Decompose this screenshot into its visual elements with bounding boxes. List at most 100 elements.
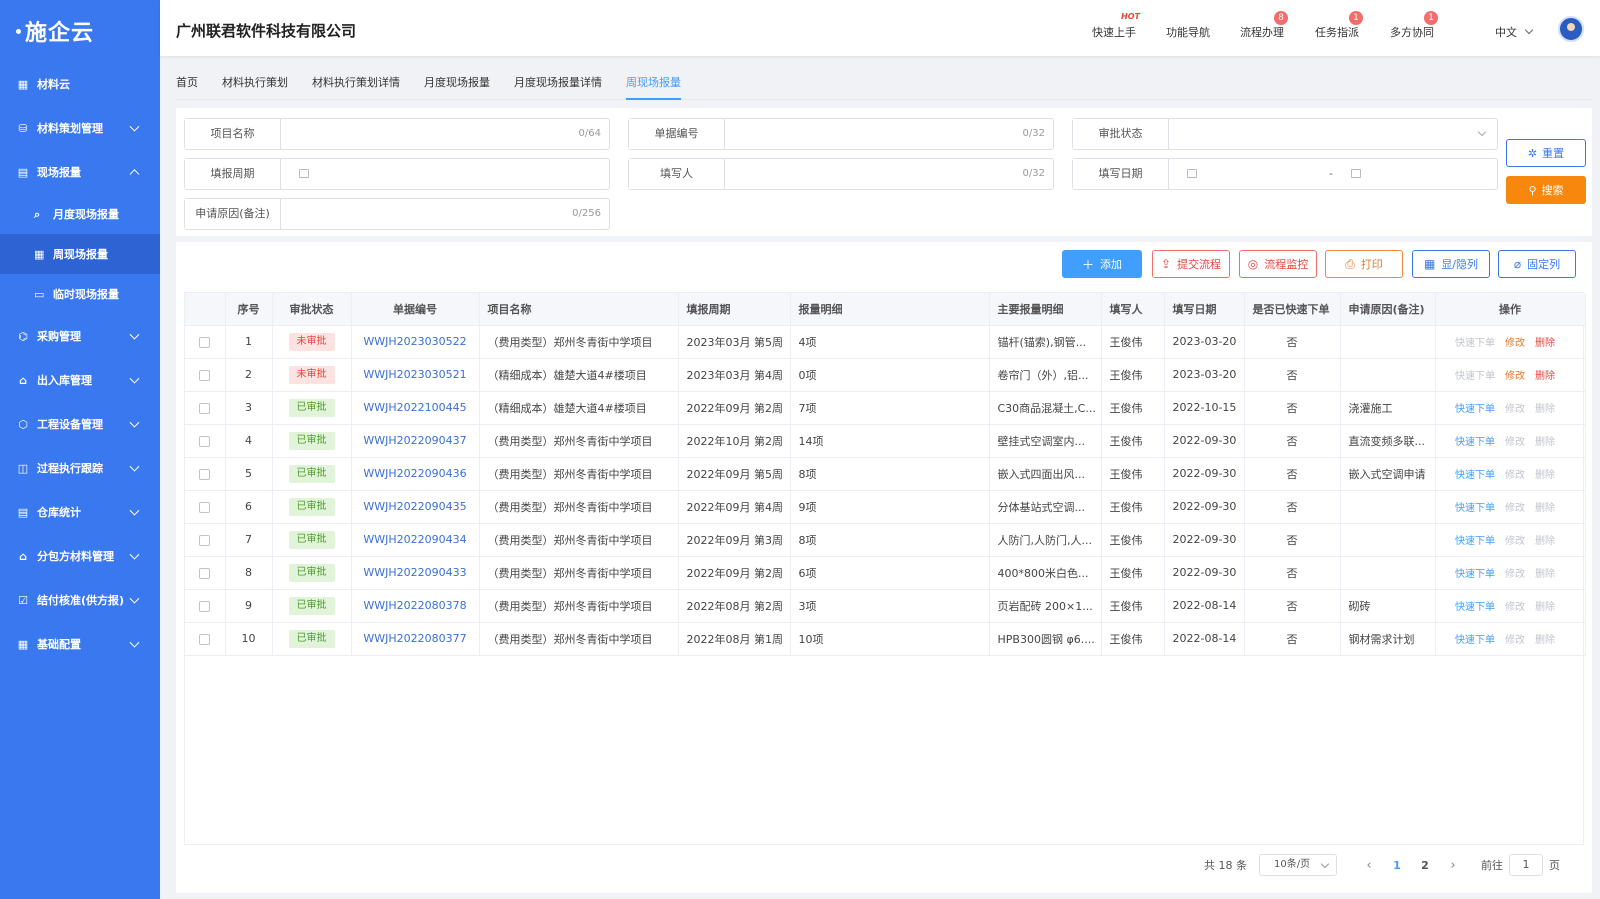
header-nav-quickstart[interactable]: 快速上手 HOT xyxy=(1092,12,1140,40)
page-1[interactable]: 1 xyxy=(1383,859,1411,872)
reset-button[interactable]: ✲ 重置 xyxy=(1506,139,1586,167)
sidebar-subitem-2-1[interactable]: ▦ 周现场报量 xyxy=(0,234,160,274)
quick-order-link[interactable]: 快速下单 xyxy=(1455,569,1495,580)
sidebar-item-0[interactable]: ▦ 材料云 xyxy=(0,62,160,106)
doc-no-input[interactable]: 0/32 xyxy=(725,119,1053,149)
reason-input[interactable]: 0/256 xyxy=(281,199,609,229)
doc-code-link[interactable]: WWJH2022080378 xyxy=(363,599,466,612)
quick-order-link[interactable]: 快速下单 xyxy=(1455,338,1495,349)
period-field[interactable]: 填报周期 xyxy=(184,158,610,190)
header-nav-collab[interactable]: 多方协同 1 xyxy=(1390,11,1438,40)
toggle-columns-button[interactable]: ▦ 显/隐列 xyxy=(1412,250,1490,278)
row-checkbox[interactable] xyxy=(199,633,211,645)
edit-link[interactable]: 修改 xyxy=(1505,371,1525,382)
edit-link[interactable]: 修改 xyxy=(1505,338,1525,349)
doc-code-link[interactable]: WWJH2023030522 xyxy=(363,335,466,348)
sidebar-item-5[interactable]: ⬡ 工程设备管理 xyxy=(0,402,160,446)
delete-link[interactable]: 删除 xyxy=(1535,437,1555,448)
row-checkbox[interactable] xyxy=(199,402,211,414)
row-checkbox-cell[interactable] xyxy=(185,490,226,524)
row-checkbox-cell[interactable] xyxy=(185,556,226,590)
row-checkbox-cell[interactable] xyxy=(185,424,226,458)
quick-order-link[interactable]: 快速下单 xyxy=(1455,437,1495,448)
filler-input[interactable]: 0/32 xyxy=(725,159,1053,189)
next-page-icon[interactable]: › xyxy=(1439,858,1467,873)
add-button[interactable]: ＋ 添加 xyxy=(1062,250,1142,278)
delete-link[interactable]: 删除 xyxy=(1535,569,1555,580)
sidebar-item-10[interactable]: ▦ 基础配置 xyxy=(0,622,160,666)
doc-code-link[interactable]: WWJH2022090434 xyxy=(363,533,466,546)
row-checkbox[interactable] xyxy=(199,369,211,381)
edit-link[interactable]: 修改 xyxy=(1505,470,1525,481)
delete-link[interactable]: 删除 xyxy=(1535,371,1555,382)
doc-code-link[interactable]: WWJH2022080377 xyxy=(363,632,466,645)
sidebar-subitem-2-0[interactable]: ⌕ 月度现场报量 xyxy=(0,194,160,234)
row-checkbox-cell[interactable] xyxy=(185,589,226,623)
row-checkbox-cell[interactable] xyxy=(185,391,226,425)
doc-code-link[interactable]: WWJH2022100445 xyxy=(363,401,466,414)
delete-link[interactable]: 删除 xyxy=(1535,470,1555,481)
tab-weekly-report[interactable]: 周现场报量 xyxy=(626,74,681,100)
quick-order-link[interactable]: 快速下单 xyxy=(1455,536,1495,547)
header-nav-task[interactable]: 任务指派 1 xyxy=(1315,11,1363,40)
tab-material-plan-detail[interactable]: 材料执行策划详情 xyxy=(312,74,400,90)
edit-link[interactable]: 修改 xyxy=(1505,437,1525,448)
tab-home[interactable]: 首页 xyxy=(176,74,198,90)
period-input[interactable] xyxy=(281,159,609,189)
row-checkbox[interactable] xyxy=(199,567,211,579)
quick-order-link[interactable]: 快速下单 xyxy=(1455,602,1495,613)
sidebar-item-4[interactable]: ⌂ 出入库管理 xyxy=(0,358,160,402)
row-checkbox-cell[interactable] xyxy=(185,622,226,656)
page-size-select[interactable]: 10条/页 xyxy=(1259,854,1337,876)
edit-link[interactable]: 修改 xyxy=(1505,503,1525,514)
doc-code-link[interactable]: WWJH2022090437 xyxy=(363,434,466,447)
logo[interactable]: 施企云 xyxy=(0,0,160,62)
row-checkbox[interactable] xyxy=(199,435,211,447)
edit-link[interactable]: 修改 xyxy=(1505,602,1525,613)
fix-columns-button[interactable]: ⌀ 固定列 xyxy=(1498,250,1576,278)
row-checkbox-cell[interactable] xyxy=(185,358,226,392)
print-button[interactable]: ⎙ 打印 xyxy=(1325,250,1403,278)
row-checkbox[interactable] xyxy=(199,501,211,513)
quick-order-link[interactable]: 快速下单 xyxy=(1455,635,1495,646)
sidebar-item-8[interactable]: ⌂ 分包方材料管理 xyxy=(0,534,160,578)
sidebar-item-2[interactable]: ▤ 现场报量 xyxy=(0,150,160,194)
sidebar-subitem-2-2[interactable]: ▭ 临时现场报量 xyxy=(0,274,160,314)
delete-link[interactable]: 删除 xyxy=(1535,635,1555,646)
edit-link[interactable]: 修改 xyxy=(1505,404,1525,415)
process-monitor-button[interactable]: ◎ 流程监控 xyxy=(1239,250,1317,278)
tab-monthly-report[interactable]: 月度现场报量 xyxy=(424,74,490,90)
edit-link[interactable]: 修改 xyxy=(1505,635,1525,646)
filler-field[interactable]: 填写人 0/32 xyxy=(628,158,1054,190)
delete-link[interactable]: 删除 xyxy=(1535,503,1555,514)
tab-monthly-report-detail[interactable]: 月度现场报量详情 xyxy=(514,74,602,90)
edit-link[interactable]: 修改 xyxy=(1505,536,1525,547)
fill-date-range[interactable]: 填写日期 - xyxy=(1072,158,1498,190)
page-2[interactable]: 2 xyxy=(1411,859,1439,872)
reason-field[interactable]: 申请原因(备注) 0/256 xyxy=(184,198,610,230)
delete-link[interactable]: 删除 xyxy=(1535,404,1555,415)
doc-no-field[interactable]: 单据编号 0/32 xyxy=(628,118,1054,150)
project-name-input[interactable]: 0/64 xyxy=(281,119,609,149)
quick-order-link[interactable]: 快速下单 xyxy=(1455,371,1495,382)
row-checkbox-cell[interactable] xyxy=(185,457,226,491)
prev-page-icon[interactable]: ‹ xyxy=(1355,858,1383,873)
delete-link[interactable]: 删除 xyxy=(1535,602,1555,613)
doc-code-link[interactable]: WWJH2022090433 xyxy=(363,566,466,579)
sidebar-item-9[interactable]: ☑ 结付核准(供方报) xyxy=(0,578,160,622)
sidebar-item-3[interactable]: ⌬ 采购管理 xyxy=(0,314,160,358)
tab-material-plan[interactable]: 材料执行策划 xyxy=(222,74,288,90)
approval-status-select[interactable]: 审批状态 xyxy=(1072,118,1498,150)
quick-order-link[interactable]: 快速下单 xyxy=(1455,503,1495,514)
row-checkbox[interactable] xyxy=(199,336,211,348)
quick-order-link[interactable]: 快速下单 xyxy=(1455,470,1495,481)
select-all-cell[interactable] xyxy=(185,293,226,326)
submit-process-button[interactable]: ⇪ 提交流程 xyxy=(1152,250,1230,278)
doc-code-link[interactable]: WWJH2022090436 xyxy=(363,467,466,480)
header-nav-process[interactable]: 流程办理 8 xyxy=(1240,11,1288,40)
row-checkbox-cell[interactable] xyxy=(185,523,226,557)
sidebar-item-7[interactable]: ▤ 仓库统计 xyxy=(0,490,160,534)
approval-status-input[interactable] xyxy=(1169,119,1497,149)
project-name-field[interactable]: 项目名称 0/64 xyxy=(184,118,610,150)
doc-code-link[interactable]: WWJH2023030521 xyxy=(363,368,466,381)
